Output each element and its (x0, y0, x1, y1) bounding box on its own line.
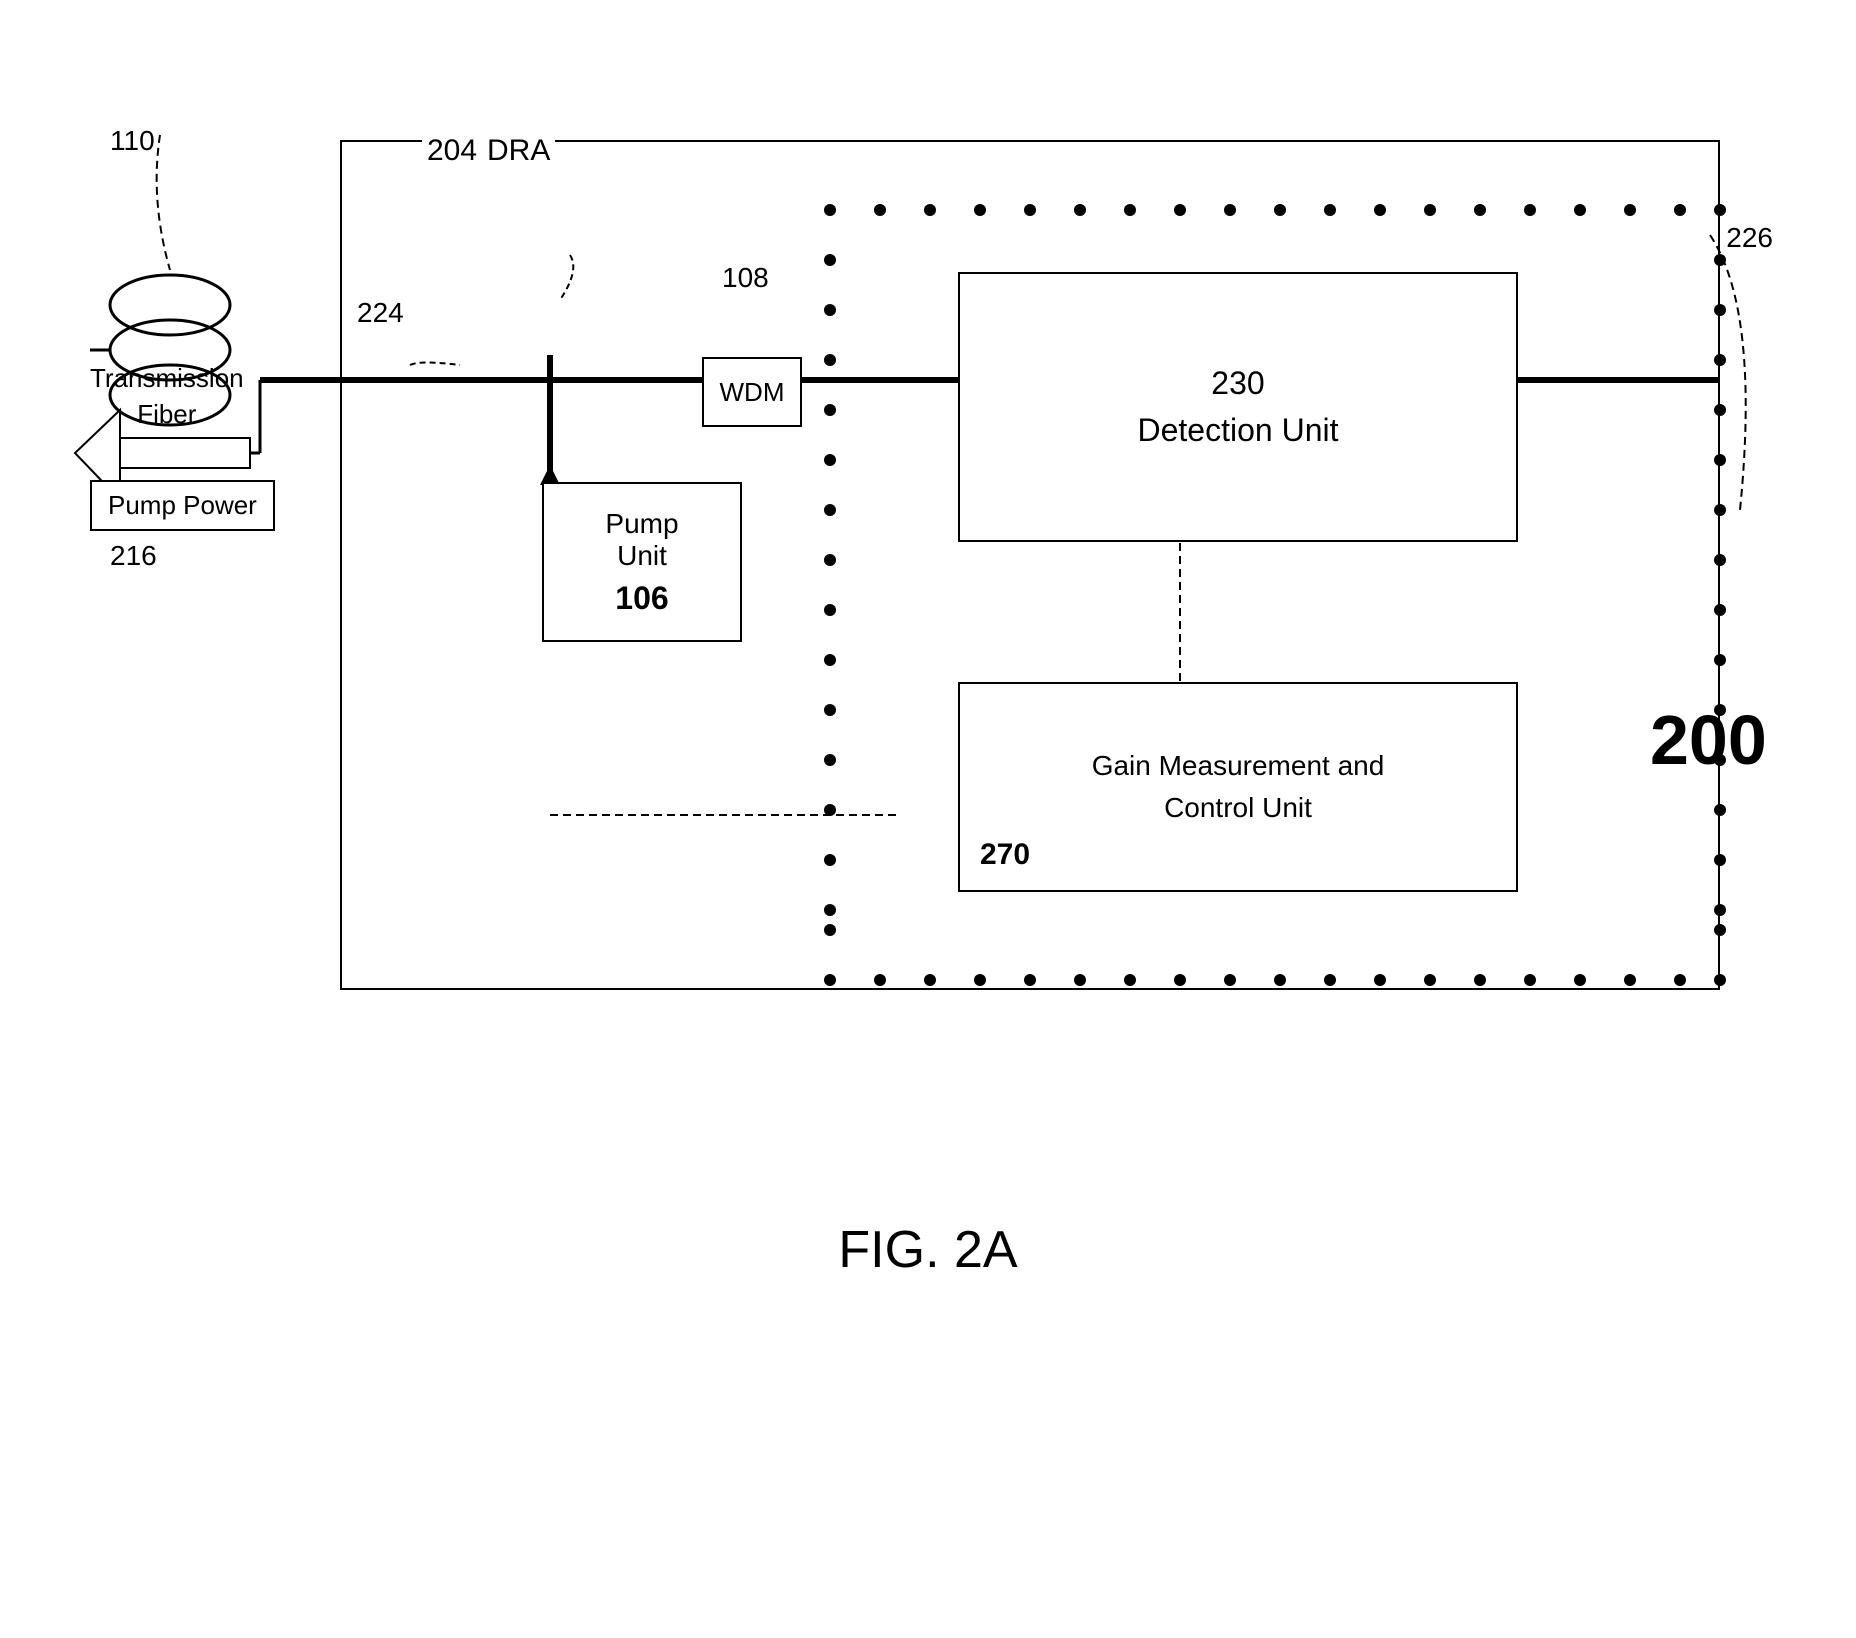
gain-measurement-box: Gain Measurement andControl Unit 270 (958, 682, 1518, 892)
pump-power-box: Pump Power (90, 480, 275, 531)
pump-unit-box: PumpUnit 106 (542, 482, 742, 642)
wdm-label: WDM (720, 377, 785, 408)
ref-216-label: 216 (110, 540, 157, 572)
dotted-region: 230 Detection Unit Gain Measurement andC… (878, 192, 1698, 972)
detection-unit-label: Detection Unit (1138, 412, 1339, 449)
transmission-fiber-label: TransmissionFiber (90, 360, 244, 433)
pump-unit-label: PumpUnit (605, 508, 678, 572)
gain-measurement-text: Gain Measurement andControl Unit (1092, 745, 1385, 829)
wdm-box: WDM (702, 357, 802, 427)
dra-number-label: 204 (422, 134, 482, 168)
pump-num-label: 106 (615, 580, 668, 617)
ref-108-label: 108 (722, 262, 769, 294)
ref-226-label: 226 (1726, 222, 1773, 254)
ref-110-label: 110 (110, 125, 155, 157)
dra-box: 204 DRA 224 WDM 108 PumpUnit 106 230 Det… (340, 140, 1720, 990)
dra-label: DRA (482, 134, 555, 168)
detection-unit-box: 230 Detection Unit (958, 272, 1518, 542)
diagram-container: 110 216 TransmissionFiber (60, 60, 1796, 1360)
ref-224-label: 224 (357, 297, 404, 329)
fig-label: FIG. 2A (838, 1220, 1017, 1280)
detection-num-label: 230 (1211, 365, 1264, 402)
gain-num-label: 270 (980, 838, 1030, 872)
ref-200-label: 200 (1650, 700, 1767, 780)
